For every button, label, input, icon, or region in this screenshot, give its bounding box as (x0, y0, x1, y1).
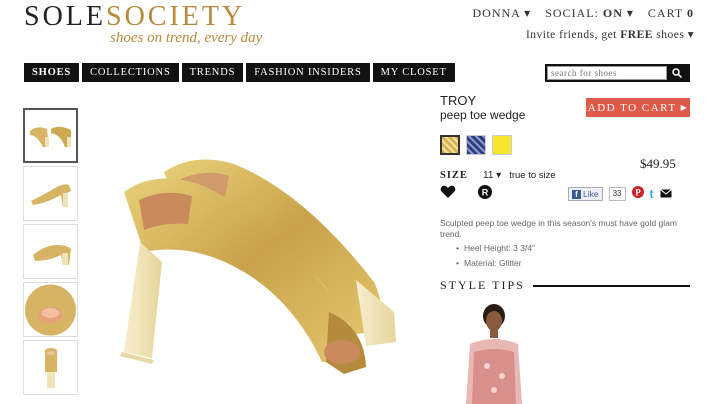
product-price: $49.95 (640, 156, 676, 171)
style-tips-title: STYLE TIPS (440, 278, 525, 292)
product-subtitle: peep toe wedge (440, 108, 526, 122)
pinterest-icon[interactable]: P (631, 185, 644, 203)
style-tips-model-image[interactable] (452, 296, 532, 404)
account-bar: DONNA ▾ SOCIAL: ON ▾ CART 0 Invite frien… (463, 6, 694, 41)
facebook-like-count: 33 (608, 187, 626, 201)
action-icons: R (440, 185, 492, 204)
product-main-image[interactable] (104, 112, 424, 404)
svg-text:R: R (482, 188, 489, 198)
style-tips-header: STYLE TIPS (440, 278, 690, 293)
size-fit-note: true to size (509, 170, 556, 181)
registry-icon[interactable]: R (478, 185, 492, 204)
logo[interactable]: SOLESOCIETY shoes on trend, every day (24, 2, 262, 47)
svg-text:P: P (635, 188, 641, 198)
color-swatches (440, 135, 512, 155)
logo-sole: SOLE (24, 1, 106, 32)
social-share: f Like 33 P t (568, 185, 672, 203)
search-icon[interactable] (667, 66, 687, 80)
cart-link[interactable]: CART 0 (648, 6, 694, 20)
size-dropdown[interactable]: 11 ▾ (483, 170, 501, 181)
product-name: TROY (440, 93, 477, 108)
nav-my-closet[interactable]: MY CLOSET (372, 63, 455, 82)
thumbnail-angle[interactable] (23, 224, 78, 279)
nav-trends[interactable]: TRENDS (181, 63, 244, 82)
search-input[interactable] (547, 66, 667, 80)
email-icon[interactable] (659, 185, 672, 203)
main-nav: SHOES COLLECTIONS TRENDS FASHION INSIDER… (24, 63, 455, 82)
product-details: Heel Height: 3 3/4" Material: Glitter (456, 241, 535, 271)
facebook-like-button[interactable]: f Like (568, 187, 603, 201)
thumbnail-list (23, 108, 78, 398)
nav-collections[interactable]: COLLECTIONS (82, 63, 179, 82)
style-tips-divider (532, 284, 690, 287)
thumbnail-pair[interactable] (23, 108, 78, 163)
social-toggle[interactable]: SOCIAL: ON ▾ (545, 6, 634, 20)
twitter-icon[interactable]: t (650, 187, 654, 201)
thumbnail-toe[interactable] (23, 282, 78, 337)
thumbnail-side[interactable] (23, 166, 78, 221)
play-arrow-icon: ▶ (680, 103, 689, 112)
tagline: shoes on trend, every day (110, 30, 263, 46)
logo-society: SOCIETY (106, 1, 246, 32)
search-box (545, 64, 690, 82)
thumbnail-back[interactable] (23, 340, 78, 395)
facebook-icon: f (572, 189, 581, 199)
detail-material: Material: Glitter (456, 256, 535, 271)
swatch-gold[interactable] (440, 135, 460, 155)
detail-heel-height: Heel Height: 3 3/4" (456, 241, 535, 256)
invite-friends-link[interactable]: Invite friends, get FREE shoes ▾ (463, 27, 694, 41)
size-label: SIZE (440, 170, 468, 181)
swatch-yellow[interactable] (492, 135, 512, 155)
heart-icon[interactable] (440, 185, 456, 204)
swatch-navy[interactable] (466, 135, 486, 155)
nav-shoes[interactable]: SHOES (24, 63, 80, 82)
size-selector: SIZE 11 ▾ true to size (440, 170, 556, 181)
product-description: Sculpted peep toe wedge in this season's… (440, 218, 677, 239)
nav-fashion-insiders[interactable]: FASHION INSIDERS (246, 63, 370, 82)
add-to-cart-button[interactable]: ADD TO CART ▶ (586, 98, 690, 117)
user-menu[interactable]: DONNA ▾ (473, 6, 532, 20)
